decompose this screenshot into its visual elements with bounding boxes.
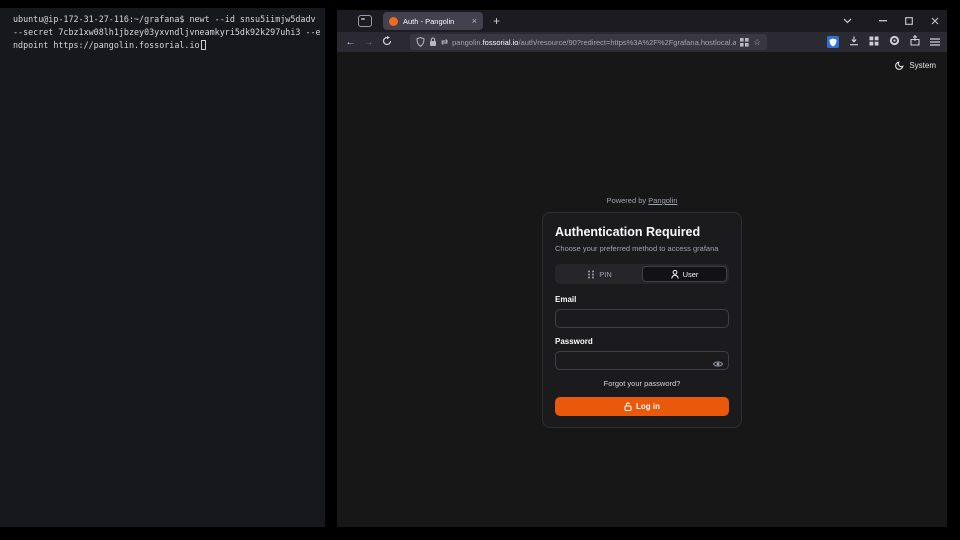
show-password-icon[interactable]: [713, 355, 723, 373]
tab-pin[interactable]: PIN: [557, 266, 642, 282]
browser-toolbar: ← → ⇄ pangolin.fossorial.io/auth/resourc…: [337, 32, 947, 52]
bookmark-star-icon[interactable]: ☆: [753, 37, 761, 48]
sun-moon-icon: [895, 60, 905, 70]
terminal-line: --secret 7cbz1xw08lh1jbzey03yxvndljvneam…: [13, 26, 319, 39]
pangolin-favicon-icon: [389, 17, 398, 26]
lock-icon[interactable]: [429, 37, 437, 47]
keypad-icon: [587, 270, 595, 279]
card-subtitle: Choose your preferred method to access g…: [555, 244, 729, 253]
theme-label: System: [909, 61, 936, 70]
tab-user-label: User: [683, 270, 699, 279]
permissions-swap-icon[interactable]: ⇄: [441, 37, 448, 48]
maximize-button[interactable]: [903, 15, 915, 27]
extensions-grid-icon[interactable]: [869, 33, 879, 51]
new-tab-button[interactable]: +: [493, 15, 500, 27]
email-label: Email: [555, 295, 729, 304]
downloads-icon[interactable]: [849, 33, 859, 51]
terminal-window[interactable]: ubuntu@ip-172-31-27-116:~/grafana$ newt …: [0, 8, 325, 527]
email-field[interactable]: [555, 309, 729, 328]
tab-strip: Auth - Pangolin × +: [337, 10, 947, 32]
powered-by: Powered by Pangolin: [542, 196, 742, 205]
tab-title: Auth - Pangolin: [403, 17, 467, 26]
login-label: Log in: [636, 402, 660, 411]
theme-selector[interactable]: System: [895, 60, 936, 70]
card-title: Authentication Required: [555, 225, 729, 239]
auth-method-tabs: PIN User: [555, 264, 729, 284]
reload-button[interactable]: [380, 36, 393, 49]
tracking-shield-icon[interactable]: [416, 37, 425, 47]
tab-close-icon[interactable]: ×: [472, 17, 477, 26]
browser-window: Auth - Pangolin × + ← →: [337, 10, 947, 527]
toolbar-extensions: [827, 33, 940, 51]
pangolin-link[interactable]: Pangolin: [648, 196, 677, 205]
share-extension-icon[interactable]: [910, 33, 920, 51]
user-icon: [671, 270, 679, 279]
password-field[interactable]: [555, 351, 729, 370]
login-button[interactable]: Log in: [555, 397, 729, 416]
ublock-extension-icon[interactable]: [827, 36, 839, 48]
browser-tab-auth-pangolin[interactable]: Auth - Pangolin ×: [383, 12, 483, 30]
window-controls: [841, 10, 941, 32]
app-menu-icon[interactable]: [930, 33, 940, 51]
unlock-icon: [624, 402, 632, 411]
back-button[interactable]: ←: [344, 37, 357, 48]
close-window-button[interactable]: [929, 15, 941, 27]
password-label: Password: [555, 337, 729, 346]
forgot-password-link[interactable]: Forgot your password?: [555, 379, 729, 388]
terminal-line: ubuntu@ip-172-31-27-116:~/grafana$ newt …: [13, 13, 319, 26]
tab-pin-label: PIN: [599, 270, 612, 279]
page-content: System Powered by Pangolin Authenticatio…: [337, 52, 947, 527]
url-text[interactable]: pangolin.fossorial.io/auth/resource/90?r…: [452, 38, 736, 47]
minimize-button[interactable]: [877, 15, 889, 27]
terminal-line: ndpoint https://pangolin.fossorial.io: [13, 39, 319, 52]
auth-column: Powered by Pangolin Authentication Requi…: [542, 196, 742, 428]
auth-card: Authentication Required Choose your pref…: [542, 212, 742, 428]
terminal-cursor: [201, 40, 206, 50]
target-extension-icon[interactable]: [889, 33, 900, 51]
container-grid-icon[interactable]: [740, 38, 749, 47]
tab-list-chevron-icon[interactable]: [841, 15, 853, 27]
address-bar[interactable]: ⇄ pangolin.fossorial.io/auth/resource/90…: [410, 34, 767, 50]
forward-button[interactable]: →: [362, 37, 375, 48]
firefox-view-icon[interactable]: [358, 15, 372, 27]
tab-user[interactable]: User: [642, 266, 727, 282]
